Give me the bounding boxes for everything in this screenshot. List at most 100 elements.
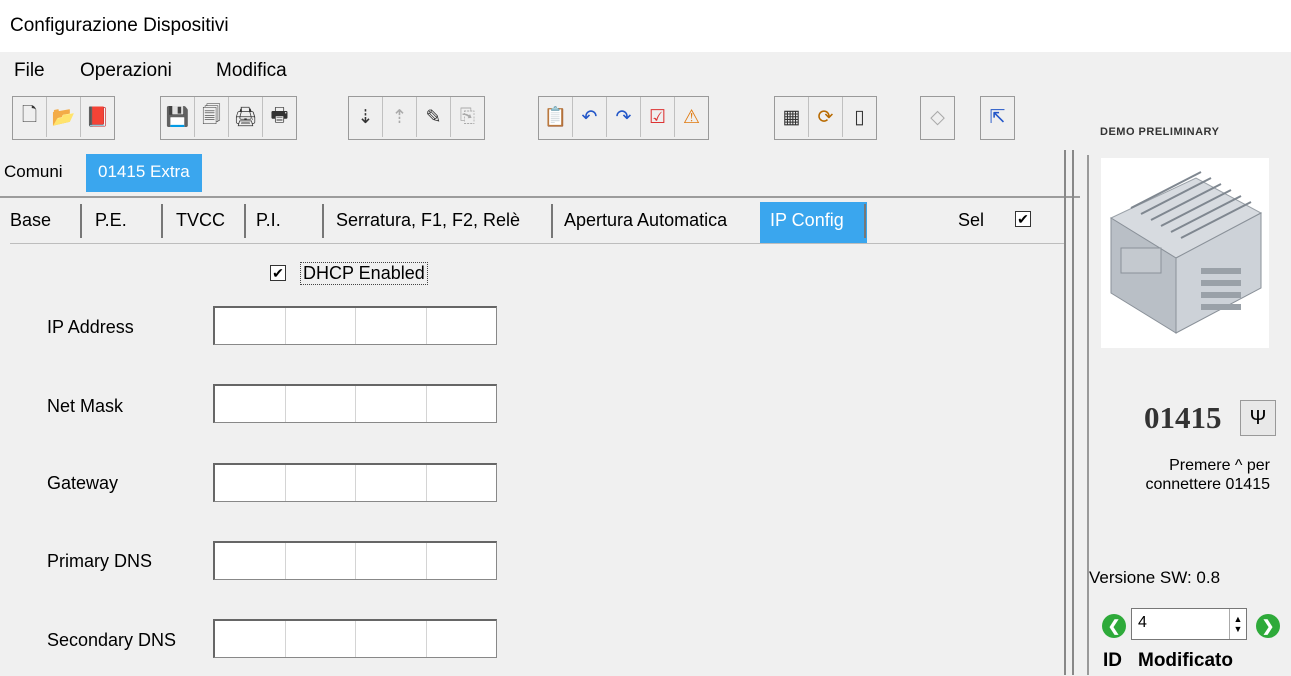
menu-modifica[interactable]: Modifica	[216, 60, 287, 82]
tab-pe[interactable]: P.E.	[95, 210, 127, 231]
toolbar-group-exit: ⇱	[980, 96, 1015, 140]
device-image	[1101, 158, 1269, 348]
gateway-octet-1[interactable]	[215, 465, 286, 501]
toolbar-group-tools: ▦ ⟳ ▯	[774, 96, 877, 140]
spin-down-icon[interactable]: ▼	[1234, 624, 1243, 634]
tab-separator	[244, 204, 246, 238]
dhcp-checkbox[interactable]: ✔	[270, 265, 286, 281]
tab-separator	[551, 204, 553, 238]
toolbar-group-file: 🗋 📂 📕	[12, 96, 115, 140]
spin-up-icon[interactable]: ▲	[1234, 614, 1243, 624]
tab-serratura[interactable]: Serratura, F1, F2, Relè	[336, 210, 520, 231]
demo-watermark: DEMO PRELIMINARY	[1100, 126, 1220, 138]
software-version: Versione SW: 0.8	[1089, 568, 1221, 587]
paste-icon[interactable]: 📋	[539, 97, 573, 137]
sel-checkbox[interactable]: ✔	[1015, 211, 1031, 227]
hint-line-1: Premere ^ per	[1169, 457, 1270, 474]
tab-apertura-automatica[interactable]: Apertura Automatica	[564, 210, 727, 231]
tag-icon[interactable]: ◇	[921, 97, 954, 137]
save-all-icon[interactable]: 🗐	[195, 97, 229, 137]
export-icon[interactable]: ⇡	[383, 97, 417, 137]
calendar-icon[interactable]: ▦	[775, 97, 809, 137]
splitter[interactable]	[1064, 150, 1074, 675]
mask-octet-1[interactable]	[215, 386, 286, 422]
ip-octet-1[interactable]	[215, 308, 286, 344]
next-device-icon[interactable]: ❯	[1256, 614, 1280, 638]
ip-octet-2[interactable]	[286, 308, 356, 344]
tab-tvcc[interactable]: TVCC	[176, 210, 225, 231]
ip-address-label: IP Address	[47, 317, 134, 337]
ip-octet-3[interactable]	[356, 308, 427, 344]
exit-icon[interactable]: ⇱	[981, 97, 1014, 137]
gateway-octet-4[interactable]	[427, 465, 497, 501]
tab-ip-config[interactable]: IP Config	[760, 202, 867, 243]
gateway-octet-2[interactable]	[286, 465, 356, 501]
open-icon[interactable]: 📂	[47, 97, 81, 137]
gateway-octet-3[interactable]	[356, 465, 427, 501]
gateway-label: Gateway	[47, 473, 119, 493]
net-mask-field[interactable]	[213, 384, 497, 423]
sync-icon[interactable]: ⟳	[809, 97, 843, 137]
menu-file[interactable]: File	[14, 60, 45, 82]
id-label: ID	[1103, 650, 1122, 671]
tab-01415-extra[interactable]: 01415 Extra	[86, 154, 202, 192]
tab-base[interactable]: Base	[10, 210, 51, 231]
print-preview-icon[interactable]: 🖶	[263, 97, 296, 137]
toolbar-group-tag: ◇	[920, 96, 955, 140]
pdns-octet-4[interactable]	[427, 543, 497, 579]
sdns-octet-4[interactable]	[427, 621, 497, 657]
usb-icon: Ψ	[1249, 406, 1267, 429]
pdns-octet-2[interactable]	[286, 543, 356, 579]
copy-icon[interactable]: ⎘	[451, 97, 484, 137]
tab-separator	[864, 204, 866, 238]
import-icon[interactable]: ⇣	[349, 97, 383, 137]
primary-dns-label: Primary DNS	[47, 551, 153, 571]
sdns-octet-3[interactable]	[356, 621, 427, 657]
spinner-arrows[interactable]: ▲ ▼	[1229, 609, 1246, 639]
menu-operazioni[interactable]: Operazioni	[80, 60, 172, 82]
device-code: 01415	[1144, 400, 1222, 435]
tab-separator	[161, 204, 163, 238]
save-icon[interactable]: 💾	[161, 97, 195, 137]
ip-address-field[interactable]	[213, 306, 497, 345]
ip-config-panel	[10, 243, 1064, 676]
secondary-dns-field[interactable]	[213, 619, 497, 658]
net-mask-label: Net Mask	[47, 396, 124, 416]
check-icon[interactable]: ☑	[641, 97, 675, 137]
toolbar-group-edit: ⇣ ⇡ ✎ ⎘	[348, 96, 485, 140]
redo-icon[interactable]: ↷	[607, 97, 641, 137]
tab-comuni[interactable]: Comuni	[0, 158, 71, 186]
pdns-octet-1[interactable]	[215, 543, 286, 579]
sdns-octet-1[interactable]	[215, 621, 286, 657]
hint-line-2: connettere 01415	[1145, 476, 1270, 493]
previous-device-icon[interactable]: ❮	[1102, 614, 1126, 638]
toolbar-group-actions: 📋 ↶ ↷ ☑ ⚠	[538, 96, 709, 140]
toolbar-group-save: 💾 🗐 🖨 🖶	[160, 96, 297, 140]
mask-octet-2[interactable]	[286, 386, 356, 422]
close-doc-icon[interactable]: 📕	[81, 97, 114, 137]
tab-separator	[322, 204, 324, 238]
sdns-octet-2[interactable]	[286, 621, 356, 657]
connect-hint: Premere ^ per connettere 01415	[1100, 456, 1270, 494]
modified-status: Modificato	[1138, 650, 1233, 671]
gateway-field[interactable]	[213, 463, 497, 502]
tab-pi[interactable]: P.I.	[256, 210, 281, 231]
pdns-octet-3[interactable]	[356, 543, 427, 579]
alert-icon[interactable]: ⚠	[675, 97, 708, 137]
dhcp-label[interactable]: DHCP Enabled	[300, 262, 428, 285]
undo-icon[interactable]: ↶	[573, 97, 607, 137]
device-icon[interactable]: ▯	[843, 97, 876, 137]
primary-dns-field[interactable]	[213, 541, 497, 580]
mask-octet-4[interactable]	[427, 386, 497, 422]
new-icon[interactable]: 🗋	[13, 97, 47, 137]
tab-separator	[80, 204, 82, 238]
device-id-value[interactable]: 4	[1132, 609, 1229, 639]
menu-bar	[0, 52, 1291, 92]
edit-icon[interactable]: ✎	[417, 97, 451, 137]
device-id-stepper[interactable]: 4 ▲ ▼	[1131, 608, 1247, 640]
secondary-dns-label: Secondary DNS	[47, 630, 177, 650]
mask-octet-3[interactable]	[356, 386, 427, 422]
usb-connect-button[interactable]: Ψ	[1240, 400, 1276, 436]
print-icon[interactable]: 🖨	[229, 97, 263, 137]
ip-octet-4[interactable]	[427, 308, 497, 344]
